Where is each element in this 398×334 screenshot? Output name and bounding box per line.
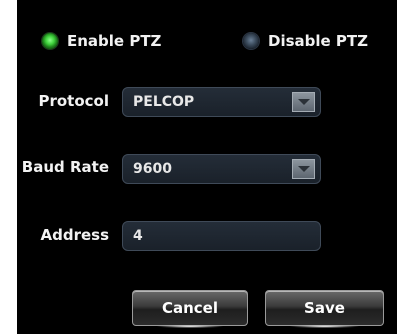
address-input[interactable]: 4 [122,221,321,251]
radio-unselected-icon [243,33,259,49]
baud-rate-value: 9600 [133,161,172,177]
chevron-down-icon [298,166,310,172]
address-label: Address [40,226,109,244]
protocol-value: PELCOP [133,94,195,110]
enable-ptz-radio[interactable]: Enable PTZ [42,30,161,52]
save-button[interactable]: Save [265,290,384,328]
radio-selected-icon [42,33,58,49]
cancel-button[interactable]: Cancel [132,290,248,328]
baud-rate-dropdown-button[interactable] [292,159,315,179]
protocol-dropdown-button[interactable] [292,92,315,112]
chevron-down-icon [298,99,310,105]
ptz-settings-panel: Enable PTZ Disable PTZ Protocol PELCOP B… [17,0,397,334]
protocol-select[interactable]: PELCOP [122,87,321,117]
baud-rate-select[interactable]: 9600 [122,154,321,184]
enable-ptz-label: Enable PTZ [67,32,162,50]
protocol-label: Protocol [38,92,109,110]
address-value: 4 [133,228,143,244]
disable-ptz-label: Disable PTZ [268,32,369,50]
disable-ptz-radio[interactable]: Disable PTZ [243,30,368,52]
baud-rate-label: Baud Rate [21,158,109,176]
